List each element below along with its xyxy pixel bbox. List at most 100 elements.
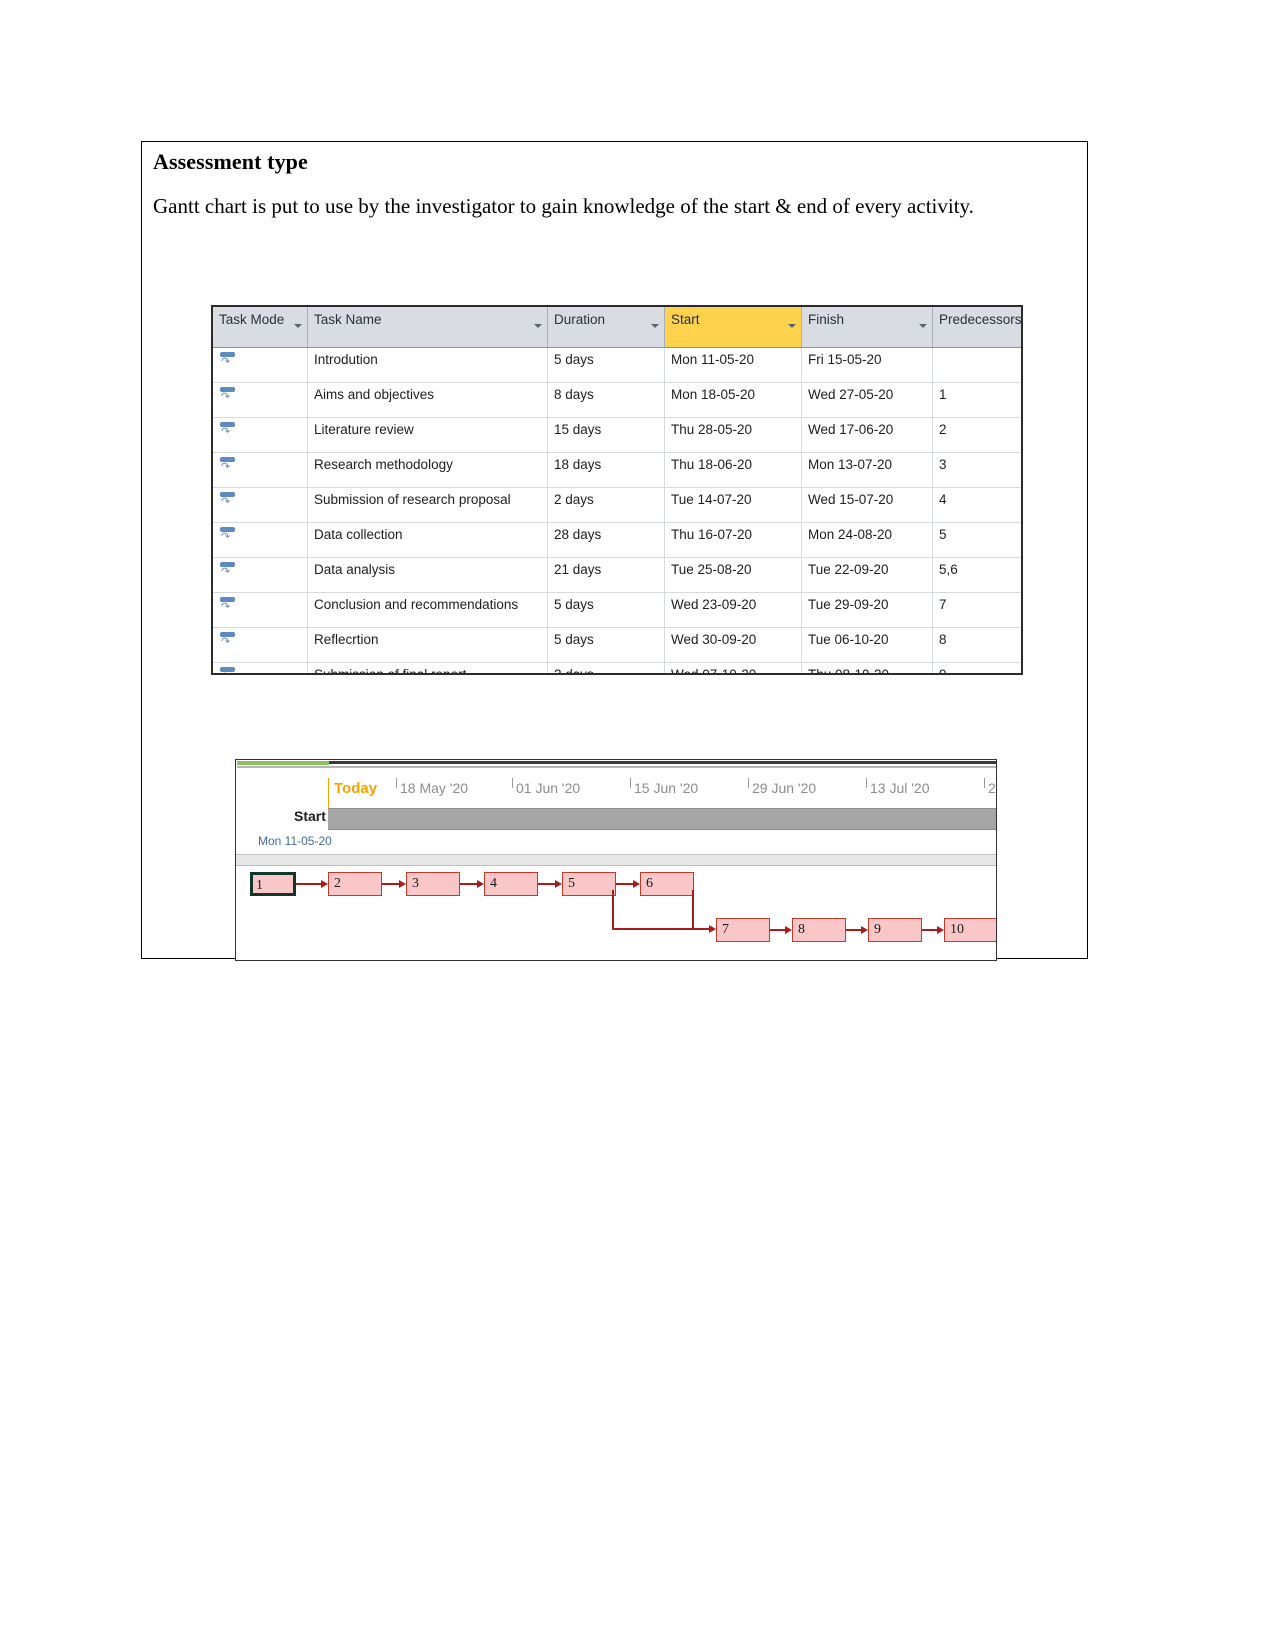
cell-finish[interactable]: Tue 29-09-20 (801, 592, 933, 628)
cell-task-mode[interactable]: ↷ (213, 487, 308, 523)
cell-start[interactable]: Thu 28-05-20 (664, 417, 802, 453)
chevron-down-icon[interactable] (534, 324, 542, 328)
cell-task-name[interactable]: Conclusion and recommendations (307, 592, 548, 628)
network-node[interactable]: 1 (250, 872, 296, 896)
network-node[interactable]: 7 (716, 918, 770, 942)
cell-task-name[interactable]: Research methodology (307, 452, 548, 488)
cell-finish[interactable]: Wed 15-07-20 (801, 487, 933, 523)
cell-duration[interactable]: 28 days (547, 522, 665, 558)
cell-predecessors[interactable]: 5 (932, 522, 1021, 558)
cell-finish[interactable]: Thu 08-10-20 (801, 662, 933, 673)
cell-predecessors[interactable]: 8 (932, 627, 1021, 663)
table-row[interactable]: ↷ Research methodology 18 days Thu 18-06-20… (213, 452, 1021, 488)
cell-task-name[interactable]: Aims and objectives (307, 382, 548, 418)
cell-start[interactable]: Wed 07-10-20 (664, 662, 802, 673)
cell-task-name[interactable]: Introdution (307, 347, 548, 383)
table-row[interactable]: ↷ Conclusion and recommendations 5 days Wed… (213, 592, 1021, 628)
cell-duration[interactable]: 8 days (547, 382, 665, 418)
cell-duration[interactable]: 21 days (547, 557, 665, 593)
network-node[interactable]: 10 (944, 918, 996, 942)
cell-task-name[interactable]: Submission of final report (307, 662, 548, 673)
table-row[interactable]: ↷ Data analysis 21 days Tue 25-08-20 Tue 22-… (213, 557, 1021, 593)
column-header-duration[interactable]: Duration (547, 307, 665, 348)
cell-task-mode[interactable]: ↷ (213, 452, 308, 488)
cell-predecessors[interactable]: 3 (932, 452, 1021, 488)
cell-task-mode[interactable]: ↷ (213, 662, 308, 673)
cell-task-mode[interactable]: ↷ (213, 347, 308, 383)
cell-predecessors[interactable]: 5,6 (932, 557, 1021, 593)
cell-task-mode[interactable]: ↷ (213, 522, 308, 558)
auto-schedule-icon: ↷ (219, 457, 237, 472)
cell-finish[interactable]: Fri 15-05-20 (801, 347, 933, 383)
cell-finish[interactable]: Tue 06-10-20 (801, 627, 933, 663)
network-node[interactable]: 9 (868, 918, 922, 942)
cell-duration[interactable]: 5 days (547, 347, 665, 383)
cell-task-mode[interactable]: ↷ (213, 417, 308, 453)
cell-predecessors[interactable]: 7 (932, 592, 1021, 628)
network-node[interactable]: 6 (640, 872, 694, 896)
cell-start[interactable]: Mon 11-05-20 (664, 347, 802, 383)
network-node[interactable]: 4 (484, 872, 538, 896)
table-row[interactable]: ↷ Aims and objectives 8 days Mon 18-05-20 We… (213, 382, 1021, 418)
chevron-down-icon[interactable] (788, 324, 796, 328)
cell-duration[interactable]: 18 days (547, 452, 665, 488)
column-header-start[interactable]: Start (664, 307, 802, 348)
cell-predecessors[interactable]: 9 (932, 662, 1021, 673)
cell-finish[interactable]: Wed 27-05-20 (801, 382, 933, 418)
cell-duration[interactable]: 2 days (547, 662, 665, 673)
cell-start[interactable]: Mon 18-05-20 (664, 382, 802, 418)
network-node[interactable]: 8 (792, 918, 846, 942)
column-label: Duration (554, 312, 606, 327)
cell-task-mode[interactable]: ↷ (213, 557, 308, 593)
chevron-down-icon[interactable] (294, 324, 302, 328)
cell-finish[interactable]: Mon 24-08-20 (801, 522, 933, 558)
cell-finish[interactable]: Mon 13-07-20 (801, 452, 933, 488)
cell-predecessors[interactable]: 2 (932, 417, 1021, 453)
cell-finish[interactable]: Tue 22-09-20 (801, 557, 933, 593)
timeline-tick (396, 778, 397, 788)
cell-task-name[interactable]: Submission of research proposal (307, 487, 548, 523)
cell-start[interactable]: Tue 25-08-20 (664, 557, 802, 593)
cell-duration[interactable]: 15 days (547, 417, 665, 453)
cell-start[interactable]: Thu 16-07-20 (664, 522, 802, 558)
network-node[interactable]: 2 (328, 872, 382, 896)
column-label: Finish (808, 312, 845, 327)
auto-schedule-icon: ↷ (219, 562, 237, 577)
table-row[interactable]: ↷ Data collection 28 days Thu 16-07-20 Mon 2… (213, 522, 1021, 558)
cell-task-name[interactable]: Literature review (307, 417, 548, 453)
cell-predecessors[interactable] (932, 347, 1021, 383)
table-row[interactable]: ↷ Submission of research proposal 2 days Tu… (213, 487, 1021, 523)
cell-task-name[interactable]: Data analysis (307, 557, 548, 593)
table-row[interactable]: ↷ Introdution 5 days Mon 11-05-20 Fri 15-05-… (213, 347, 1021, 383)
cell-predecessors[interactable]: 4 (932, 487, 1021, 523)
cell-task-mode[interactable]: ↷ (213, 382, 308, 418)
network-node[interactable]: 3 (406, 872, 460, 896)
cell-start[interactable]: Thu 18-06-20 (664, 452, 802, 488)
network-node[interactable]: 5 (562, 872, 616, 896)
document-page: Assessment type Gantt chart is put to us… (0, 0, 1275, 1650)
table-row[interactable]: ↷ Reflecrtion 5 days Wed 30-09-20 Tue 06-10-… (213, 627, 1021, 663)
cell-start[interactable]: Wed 30-09-20 (664, 627, 802, 663)
cell-task-mode[interactable]: ↷ (213, 627, 308, 663)
cell-predecessors[interactable]: 1 (932, 382, 1021, 418)
chevron-down-icon[interactable] (651, 324, 659, 328)
connector-line (538, 883, 556, 885)
cell-finish[interactable]: Wed 17-06-20 (801, 417, 933, 453)
column-header-task-name[interactable]: Task Name (307, 307, 548, 348)
cell-duration[interactable]: 5 days (547, 592, 665, 628)
column-header-task-mode[interactable]: Task Mode (213, 307, 308, 348)
table-row[interactable]: ↷ Literature review 15 days Thu 28-05-20 Wed… (213, 417, 1021, 453)
connector-line (460, 883, 478, 885)
table-row[interactable]: ↷ Submission of final report2 daysWed 07-… (213, 662, 1021, 673)
column-header-finish[interactable]: Finish (801, 307, 933, 348)
cell-task-name[interactable]: Reflecrtion (307, 627, 548, 663)
cell-duration[interactable]: 5 days (547, 627, 665, 663)
cell-task-mode[interactable]: ↷ (213, 592, 308, 628)
column-header-predecessors[interactable]: Predecessors (932, 307, 1021, 348)
chevron-down-icon[interactable] (919, 324, 927, 328)
cell-start[interactable]: Tue 14-07-20 (664, 487, 802, 523)
cell-start[interactable]: Wed 23-09-20 (664, 592, 802, 628)
cell-duration[interactable]: 2 days (547, 487, 665, 523)
timeline-tick-label: 18 May '20 (400, 780, 469, 796)
cell-task-name[interactable]: Data collection (307, 522, 548, 558)
